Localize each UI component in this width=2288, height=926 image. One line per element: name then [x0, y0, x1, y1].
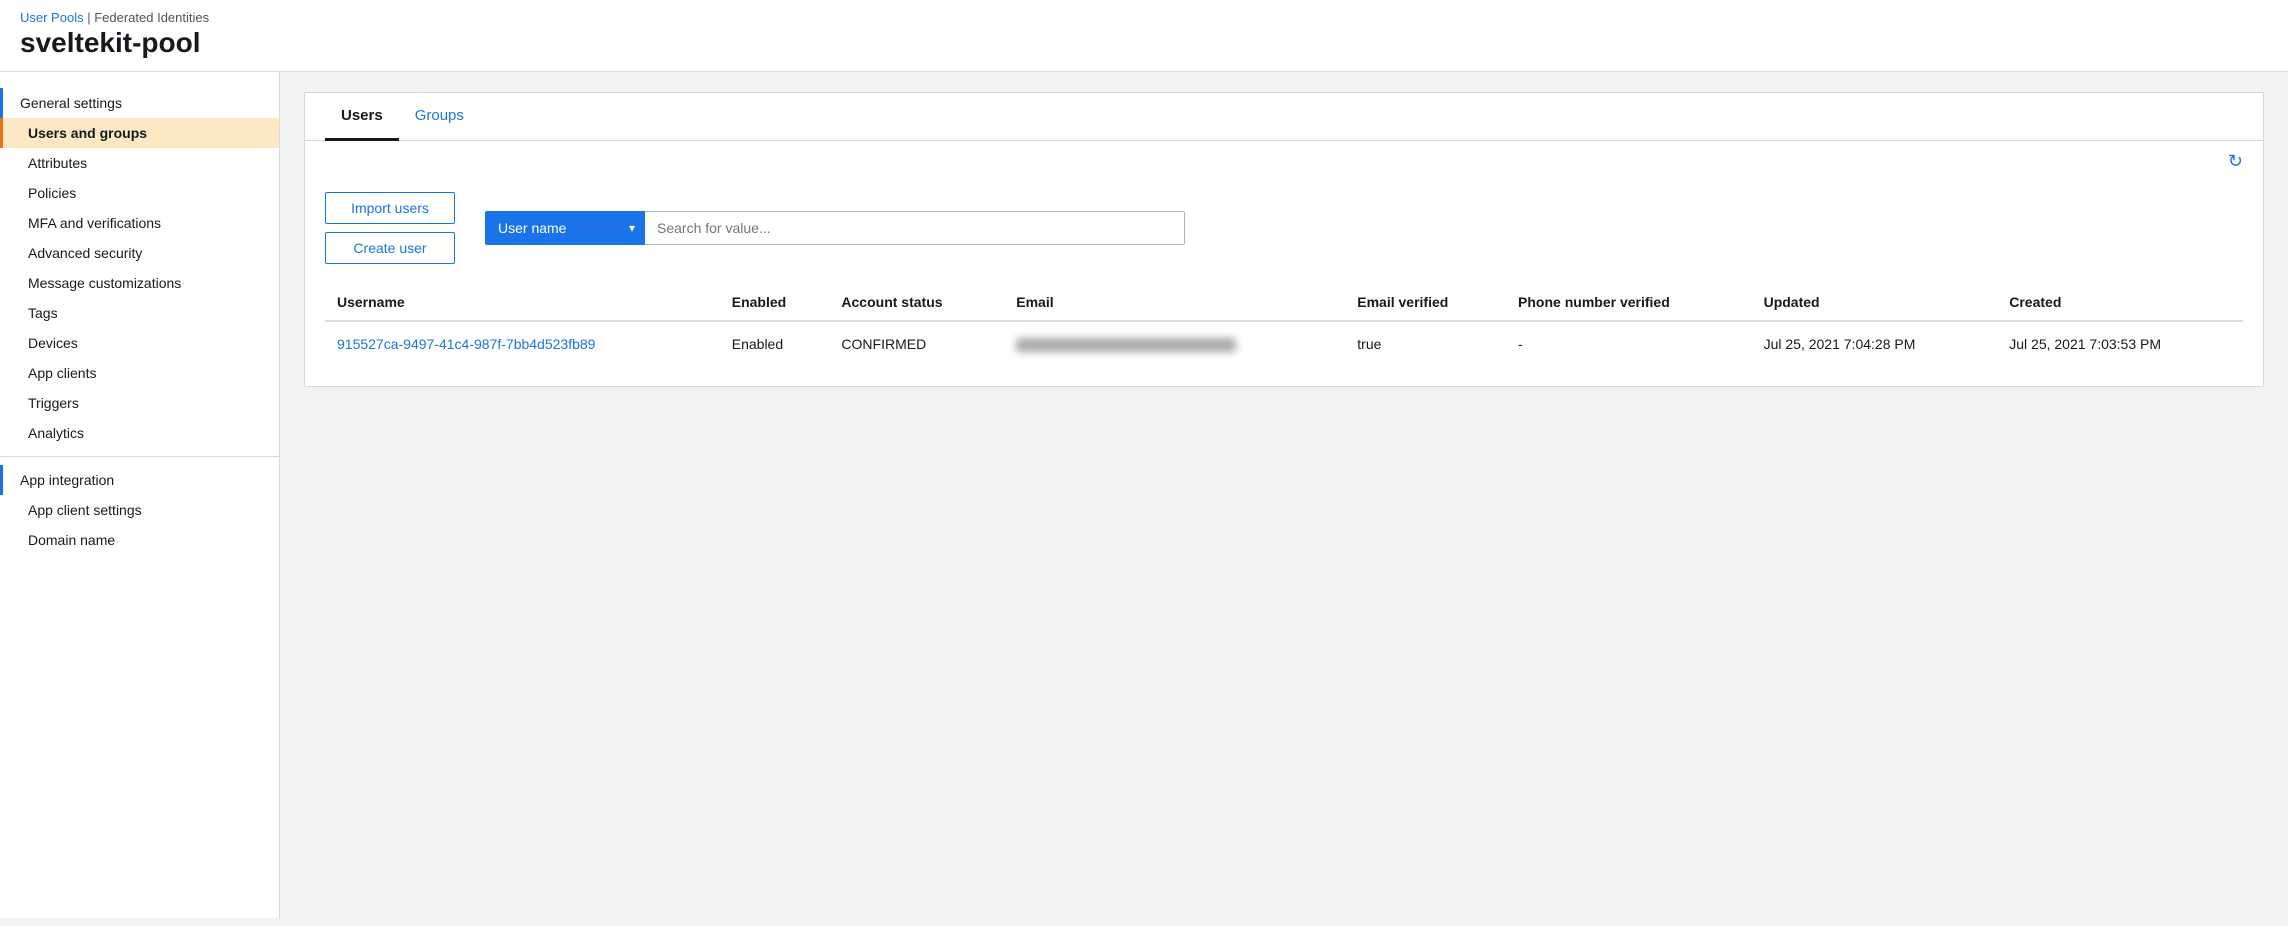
cell-updated: Jul 25, 2021 7:04:28 PM — [1752, 321, 1998, 366]
sidebar-item-mfa[interactable]: MFA and verifications — [0, 208, 279, 238]
sidebar-item-analytics[interactable]: Analytics — [0, 418, 279, 448]
search-area: User name Email Phone number Name ▾ — [485, 211, 1185, 245]
breadcrumb: User Pools | Federated Identities — [20, 10, 2268, 25]
sidebar-item-tags[interactable]: Tags — [0, 298, 279, 328]
sidebar-item-app-client-settings[interactable]: App client settings — [0, 495, 279, 525]
main-content: Users Groups ↻ Import users Create user … — [280, 72, 2288, 918]
breadcrumb-separator: | — [87, 10, 90, 25]
cell-email-verified: true — [1345, 321, 1506, 366]
table-body: 915527ca-9497-41c4-987f-7bb4d523fb89 Ena… — [325, 321, 2243, 366]
col-email-verified: Email verified — [1345, 284, 1506, 321]
col-phone-verified: Phone number verified — [1506, 284, 1752, 321]
col-created: Created — [1997, 284, 2243, 321]
import-users-button[interactable]: Import users — [325, 192, 455, 224]
sidebar-item-attributes[interactable]: Attributes — [0, 148, 279, 178]
users-table-wrapper: Username Enabled Account status Email Em… — [305, 264, 2263, 386]
table-row: 915527ca-9497-41c4-987f-7bb4d523fb89 Ena… — [325, 321, 2243, 366]
tab-groups[interactable]: Groups — [399, 93, 480, 141]
page-header: User Pools | Federated Identities svelte… — [0, 0, 2288, 72]
sidebar-item-advanced-security[interactable]: Advanced security — [0, 238, 279, 268]
sidebar-item-policies[interactable]: Policies — [0, 178, 279, 208]
sidebar-divider — [0, 456, 279, 457]
sidebar-section-general[interactable]: General settings — [0, 88, 279, 118]
search-input[interactable] — [645, 211, 1185, 245]
content-panel: Users Groups ↻ Import users Create user … — [304, 92, 2264, 387]
username-link[interactable]: 915527ca-9497-41c4-987f-7bb4d523fb89 — [337, 336, 595, 352]
sidebar-section-app-integration[interactable]: App integration — [0, 465, 279, 495]
email-blurred — [1016, 338, 1236, 352]
cell-phone-verified: - — [1506, 321, 1752, 366]
main-layout: General settings Users and groups Attrib… — [0, 72, 2288, 918]
breadcrumb-secondary: Federated Identities — [94, 10, 209, 25]
col-email: Email — [1004, 284, 1345, 321]
col-updated: Updated — [1752, 284, 1998, 321]
search-select-wrapper: User name Email Phone number Name ▾ — [485, 211, 645, 245]
table-header: Username Enabled Account status Email Em… — [325, 284, 2243, 321]
user-pools-link[interactable]: User Pools — [20, 10, 84, 25]
sidebar-item-message-customizations[interactable]: Message customizations — [0, 268, 279, 298]
sidebar-item-devices[interactable]: Devices — [0, 328, 279, 358]
search-filter-select[interactable]: User name Email Phone number Name — [485, 211, 645, 245]
sidebar-item-users-groups[interactable]: Users and groups — [0, 118, 279, 148]
tab-bar: Users Groups — [305, 93, 2263, 141]
sidebar: General settings Users and groups Attrib… — [0, 72, 280, 918]
sidebar-item-domain-name[interactable]: Domain name — [0, 525, 279, 555]
sidebar-item-triggers[interactable]: Triggers — [0, 388, 279, 418]
create-user-button[interactable]: Create user — [325, 232, 455, 264]
cell-enabled: Enabled — [720, 321, 830, 366]
col-account-status: Account status — [829, 284, 1004, 321]
cell-created: Jul 25, 2021 7:03:53 PM — [1997, 321, 2243, 366]
col-username: Username — [325, 284, 720, 321]
cell-account-status: CONFIRMED — [829, 321, 1004, 366]
users-table: Username Enabled Account status Email Em… — [325, 284, 2243, 366]
col-enabled: Enabled — [720, 284, 830, 321]
pool-name: sveltekit-pool — [20, 27, 2268, 59]
cell-username: 915527ca-9497-41c4-987f-7bb4d523fb89 — [325, 321, 720, 366]
action-bar: Import users Create user User name Email… — [305, 172, 2263, 264]
tab-users[interactable]: Users — [325, 93, 399, 141]
cell-email — [1004, 321, 1345, 366]
sidebar-item-app-clients[interactable]: App clients — [0, 358, 279, 388]
refresh-icon[interactable]: ↻ — [2228, 151, 2243, 172]
refresh-area: ↻ — [305, 141, 2263, 172]
action-buttons: Import users Create user — [325, 192, 455, 264]
